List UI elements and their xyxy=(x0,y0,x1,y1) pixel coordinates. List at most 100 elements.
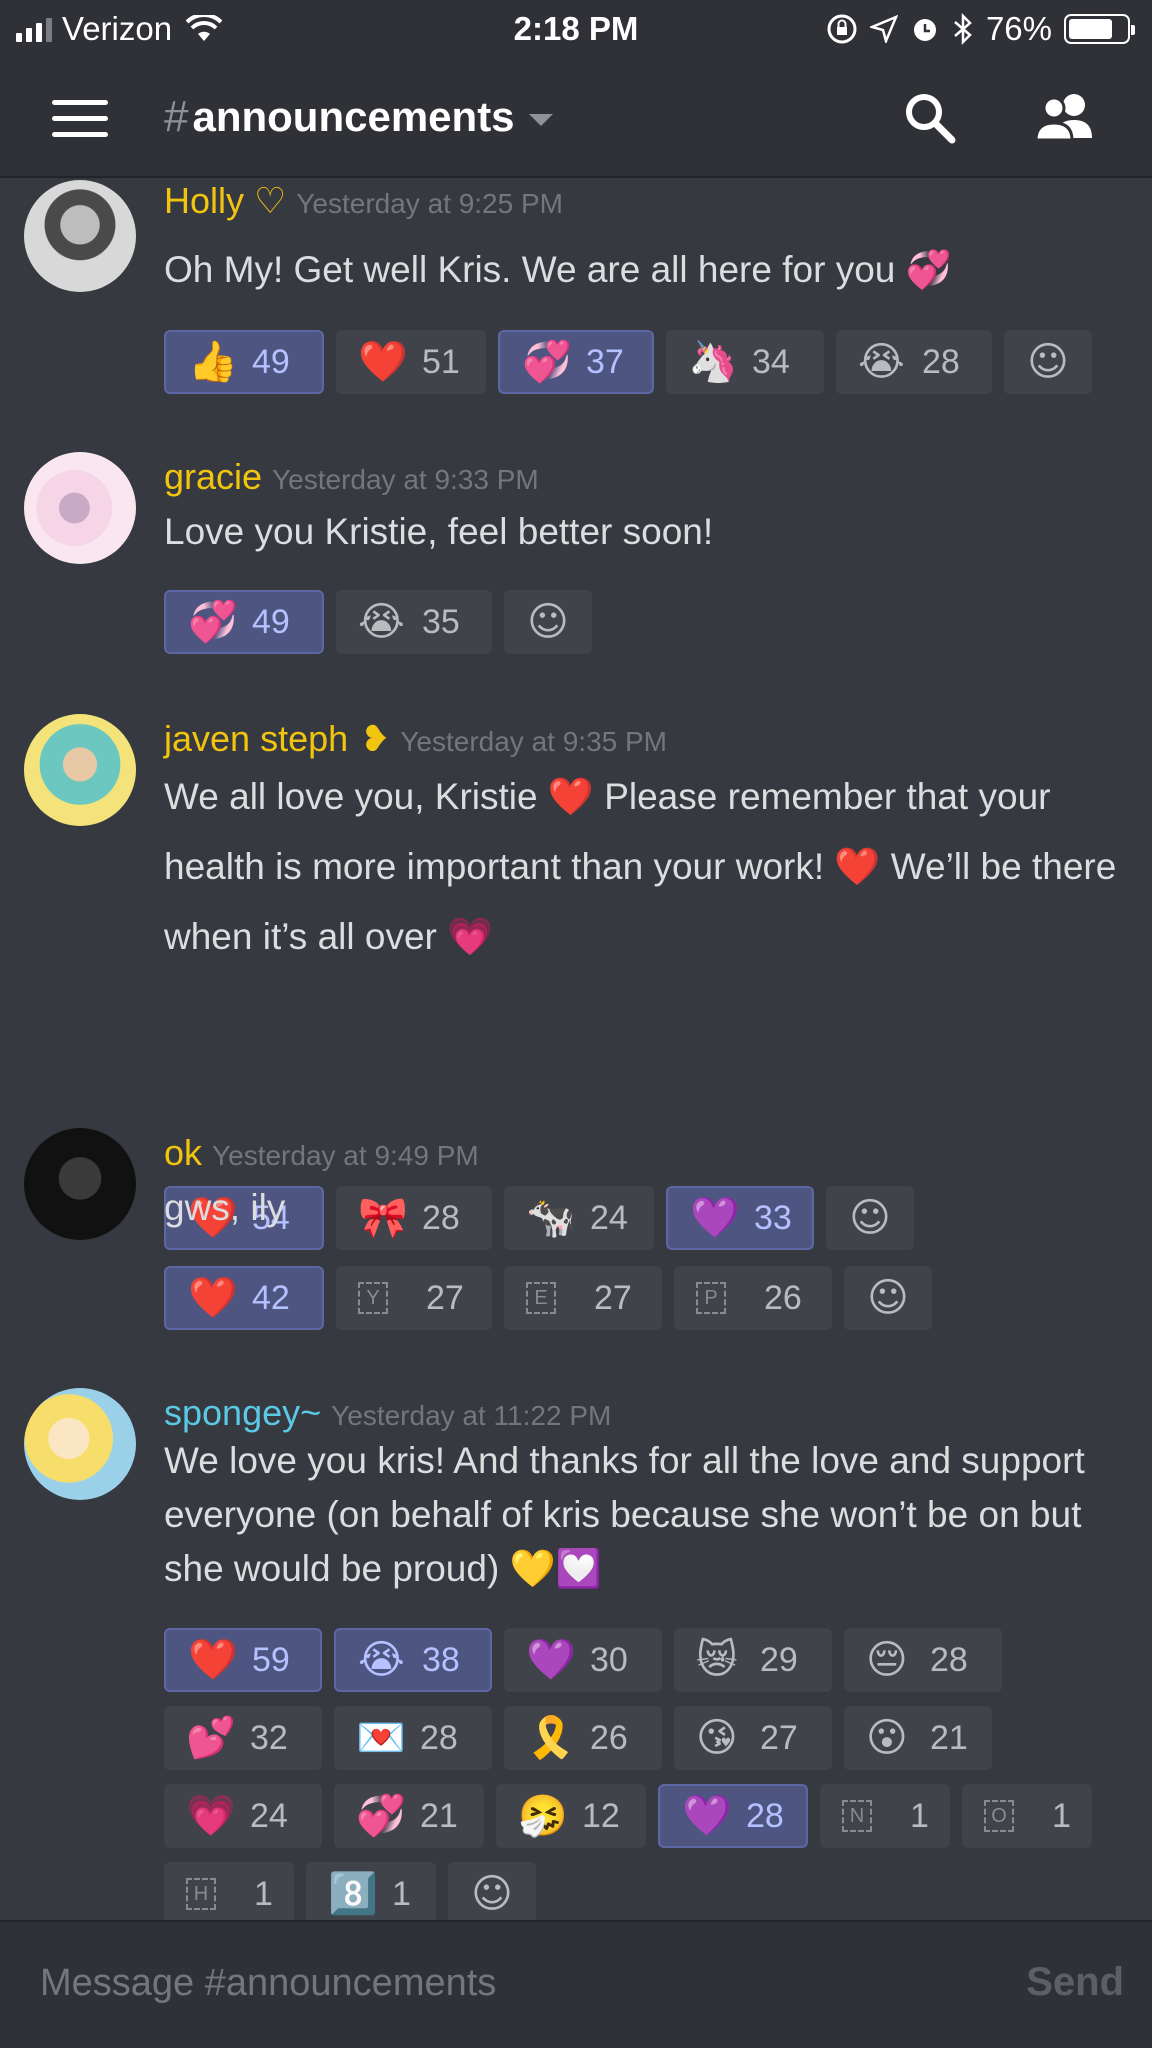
username-text[interactable]: spongey~ xyxy=(164,1392,321,1433)
username[interactable]: Holly ♡ Yesterday at 9:25 PM xyxy=(164,180,563,222)
reaction-letter-icon: E xyxy=(526,1282,556,1314)
username-text[interactable]: Holly ♡ xyxy=(164,180,286,221)
username[interactable]: gracie Yesterday at 9:33 PM xyxy=(164,456,539,498)
add-reaction-button[interactable]: ☺ xyxy=(504,590,592,654)
reaction[interactable]: P 26 xyxy=(674,1266,832,1330)
reaction[interactable]: 😔 28 xyxy=(844,1628,1002,1692)
channel-name: announcements xyxy=(192,93,515,140)
username[interactable]: spongey~ Yesterday at 11:22 PM xyxy=(164,1392,611,1434)
reaction-emoji: 😭 xyxy=(858,339,905,385)
status-bar: Verizon 2:18 PM 76% xyxy=(0,0,1152,58)
reaction-count: 27 xyxy=(760,1718,798,1757)
reaction[interactable]: Y 27 xyxy=(336,1266,492,1330)
reaction[interactable]: 💞 37 xyxy=(498,330,654,394)
message-text: Oh My! Get well Kris. We are all here fo… xyxy=(164,249,952,290)
reaction[interactable]: 💞 21 xyxy=(334,1784,484,1848)
reaction-emoji: 8️⃣ xyxy=(328,1871,378,1917)
timestamp: Yesterday at 9:33 PM xyxy=(272,464,539,495)
reaction-letter-icon: Y xyxy=(358,1282,388,1314)
reaction[interactable]: 🤧 12 xyxy=(496,1784,646,1848)
reaction-emoji: 😭 xyxy=(358,1637,405,1683)
reaction[interactable]: N1 xyxy=(820,1784,950,1848)
add-reaction-button[interactable]: ☺ xyxy=(1004,330,1092,394)
reaction[interactable]: 😮 21 xyxy=(844,1706,992,1770)
reaction[interactable]: 😭 28 xyxy=(836,330,992,394)
reaction[interactable]: 💕 32 xyxy=(164,1706,322,1770)
reaction[interactable]: 💜 30 xyxy=(504,1628,662,1692)
add-reaction-icon: ☺ xyxy=(471,1871,513,1917)
reaction[interactable]: 🎗️ 26 xyxy=(504,1706,662,1770)
menu-icon[interactable] xyxy=(52,100,108,137)
avatar[interactable] xyxy=(24,452,136,564)
reaction-emoji: 💞 xyxy=(522,339,572,385)
reaction-count: 1 xyxy=(254,1874,273,1913)
reaction[interactable]: ❤️ 42 xyxy=(164,1266,324,1330)
message-list[interactable]: Holly ♡ Yesterday at 9:25 PM Oh My! Get w… xyxy=(0,180,1152,1920)
reaction-count: 12 xyxy=(582,1796,620,1835)
reaction[interactable]: 😭 35 xyxy=(336,590,492,654)
reaction[interactable]: ❤️ 59 xyxy=(164,1628,322,1692)
reaction-emoji: 💕 xyxy=(186,1715,236,1761)
message-text: gws, ily xyxy=(164,1187,286,1228)
add-reaction-icon: ☺ xyxy=(527,599,569,645)
reaction[interactable]: 💌 28 xyxy=(334,1706,492,1770)
message-input[interactable]: Message #announcements xyxy=(40,1962,496,2005)
reaction-count: 38 xyxy=(422,1640,460,1679)
add-reaction-button[interactable]: ☺ xyxy=(448,1862,536,1920)
reaction[interactable]: 💜 28 xyxy=(658,1784,808,1848)
username-text[interactable]: ok xyxy=(164,1132,202,1173)
timestamp: Yesterday at 9:35 PM xyxy=(400,726,667,757)
reaction-emoji: 😭 xyxy=(358,599,405,645)
reaction[interactable]: H1 xyxy=(164,1862,294,1920)
reaction-emoji: 💗 xyxy=(186,1793,236,1839)
reaction-emoji: ❤️ xyxy=(358,339,408,385)
reaction[interactable]: ❤️ 51 xyxy=(336,330,486,394)
channel-title[interactable]: # announcements xyxy=(164,92,553,142)
reaction-emoji: 🎗️ xyxy=(526,1715,576,1761)
location-icon xyxy=(869,15,898,43)
reaction-count: 27 xyxy=(426,1278,464,1317)
username-text[interactable]: gracie xyxy=(164,456,262,497)
battery-icon xyxy=(1064,14,1135,44)
reaction[interactable]: 😿 29 xyxy=(674,1628,832,1692)
reaction[interactable]: 😘 27 xyxy=(674,1706,832,1770)
reaction[interactable]: 8️⃣ 1 xyxy=(306,1862,436,1920)
reaction-count: 59 xyxy=(252,1640,290,1679)
reaction-count: 34 xyxy=(752,342,790,381)
reaction-letter-icon: N xyxy=(842,1800,872,1832)
username-text[interactable]: javen steph xyxy=(164,718,348,759)
reaction-letter-icon: O xyxy=(984,1800,1014,1832)
reaction[interactable]: 🦄 34 xyxy=(666,330,824,394)
username[interactable]: ok Yesterday at 9:49 PM xyxy=(164,1132,479,1174)
reaction-emoji: 🤧 xyxy=(518,1793,568,1839)
avatar[interactable] xyxy=(24,180,136,292)
reaction-emoji: 😿 xyxy=(696,1637,738,1683)
timestamp: Yesterday at 11:22 PM xyxy=(331,1400,612,1431)
reaction-count: 27 xyxy=(594,1278,632,1317)
battery-percent: 76% xyxy=(985,10,1052,47)
reaction-count: 37 xyxy=(586,342,624,381)
reaction[interactable]: 😭 38 xyxy=(334,1628,492,1692)
username[interactable]: javen steph ❥ Yesterday at 9:35 PM xyxy=(164,718,667,760)
members-icon[interactable] xyxy=(1030,88,1100,148)
add-reaction-icon: ☺ xyxy=(867,1275,909,1321)
reaction-emoji: 👍 xyxy=(188,339,238,385)
reaction[interactable]: O1 xyxy=(962,1784,1092,1848)
reaction-emoji: 💌 xyxy=(356,1715,406,1761)
search-icon[interactable] xyxy=(900,88,960,148)
send-button[interactable]: Send xyxy=(1026,1960,1124,2005)
reaction[interactable]: 💞 49 xyxy=(164,590,324,654)
message-text: We all love you, Kristie ❤️ Please remem… xyxy=(164,776,1117,957)
reaction[interactable]: 👍 49 xyxy=(164,330,324,394)
reaction-emoji: ❤️ xyxy=(188,1637,238,1683)
avatar[interactable] xyxy=(24,1128,136,1240)
reaction[interactable]: 💗 24 xyxy=(164,1784,322,1848)
reaction-count: 26 xyxy=(764,1278,802,1317)
reaction[interactable]: E 27 xyxy=(504,1266,662,1330)
rotation-lock-icon xyxy=(827,14,857,44)
avatar[interactable] xyxy=(24,714,136,826)
avatar[interactable] xyxy=(24,1388,136,1500)
reaction-emoji: 💜 xyxy=(682,1793,732,1839)
add-reaction-button[interactable]: ☺ xyxy=(844,1266,932,1330)
reaction-count: 42 xyxy=(252,1278,290,1317)
